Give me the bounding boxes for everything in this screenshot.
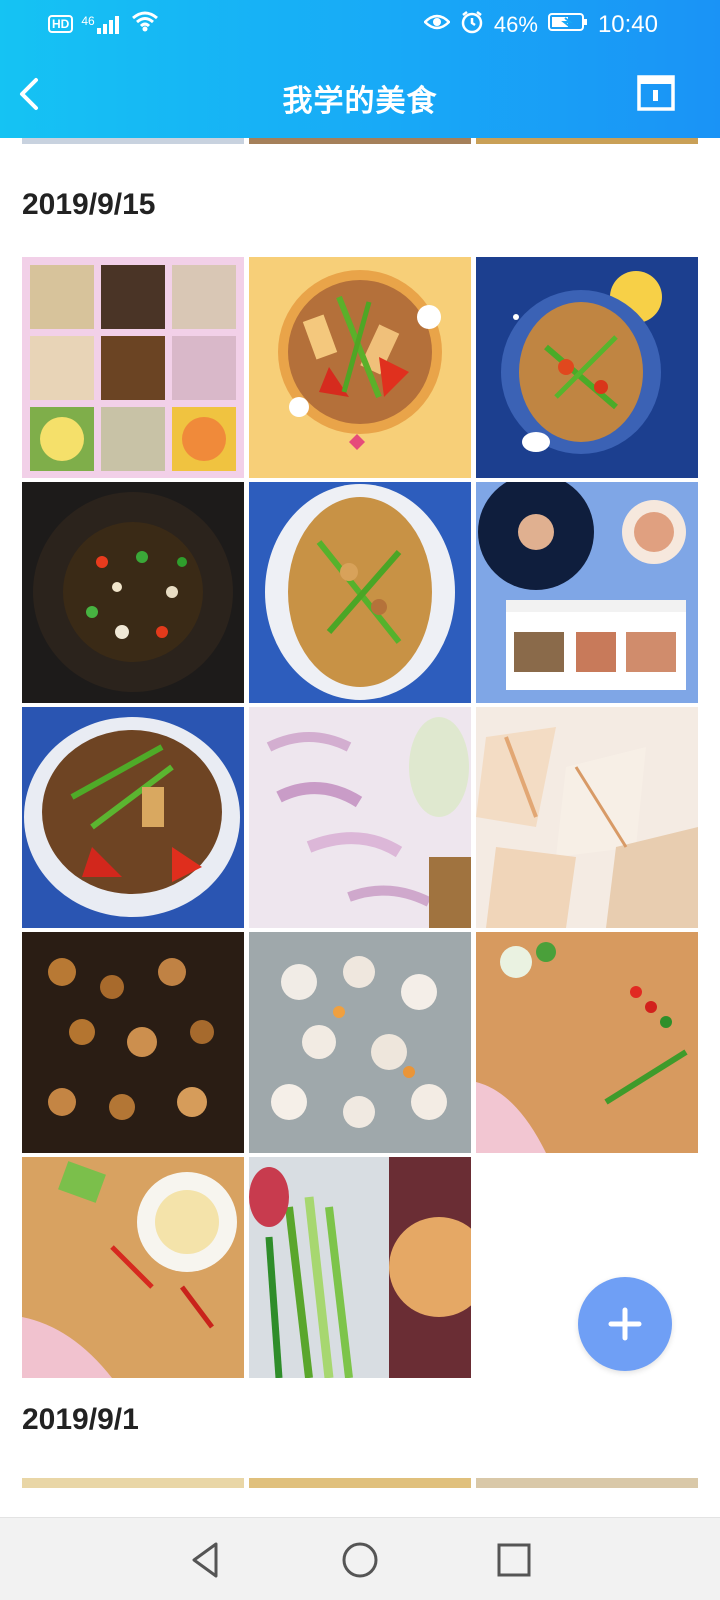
next-photos-row: [22, 1478, 698, 1488]
plus-icon: [608, 1307, 642, 1341]
status-bar: HD 46 46% 10:40: [0, 0, 720, 48]
photo-thumbnail[interactable]: [249, 1478, 471, 1488]
system-navigation-bar: [0, 1517, 720, 1600]
photo-thumbnail[interactable]: [476, 932, 698, 1153]
app-bar: 我学的美食: [0, 48, 720, 138]
photo-grid: [22, 257, 698, 1378]
photo-thumbnail[interactable]: [249, 932, 471, 1153]
photo-thumbnail[interactable]: [476, 1478, 698, 1488]
square-recent-icon[interactable]: [490, 1536, 538, 1584]
section-date: 2019/9/15: [22, 188, 156, 221]
triangle-back-icon[interactable]: [182, 1536, 230, 1584]
battery-percent: 46%: [493, 12, 538, 37]
photo-thumbnail[interactable]: [22, 257, 244, 478]
photo-thumbnail[interactable]: [22, 482, 244, 703]
photo-thumbnail[interactable]: [476, 138, 698, 144]
photo-thumbnail[interactable]: [476, 257, 698, 478]
wifi-icon: [131, 10, 159, 38]
section-date: 2019/9/1: [22, 1403, 139, 1436]
photo-thumbnail[interactable]: [249, 1157, 471, 1378]
photo-thumbnail[interactable]: [476, 707, 698, 928]
photo-thumbnail[interactable]: [22, 707, 244, 928]
photo-thumbnail[interactable]: [476, 482, 698, 703]
photo-thumbnail[interactable]: [249, 707, 471, 928]
photo-thumbnail[interactable]: [249, 257, 471, 478]
circle-home-icon[interactable]: [336, 1536, 384, 1584]
clock: 10:40: [597, 11, 658, 38]
calendar-icon[interactable]: [636, 72, 676, 112]
photo-thumbnail[interactable]: [22, 932, 244, 1153]
photo-thumbnail[interactable]: [22, 1478, 244, 1488]
previous-photos-row: [22, 138, 698, 144]
page-title: 我学的美食: [282, 85, 438, 118]
battery-icon: [547, 12, 588, 38]
hd-indicator: HD: [48, 15, 74, 33]
network-type: 46: [81, 14, 95, 28]
header: HD 46 46% 10:40 我学的美食: [0, 0, 720, 138]
alarm-icon: [460, 10, 484, 40]
signal-icon: 46: [81, 14, 122, 34]
photo-thumbnail[interactable]: [22, 138, 244, 144]
photo-thumbnail[interactable]: [249, 138, 471, 144]
eye-icon: [423, 12, 451, 38]
photo-thumbnail[interactable]: [249, 482, 471, 703]
add-button[interactable]: [578, 1277, 672, 1371]
photo-thumbnail[interactable]: [22, 1157, 244, 1378]
